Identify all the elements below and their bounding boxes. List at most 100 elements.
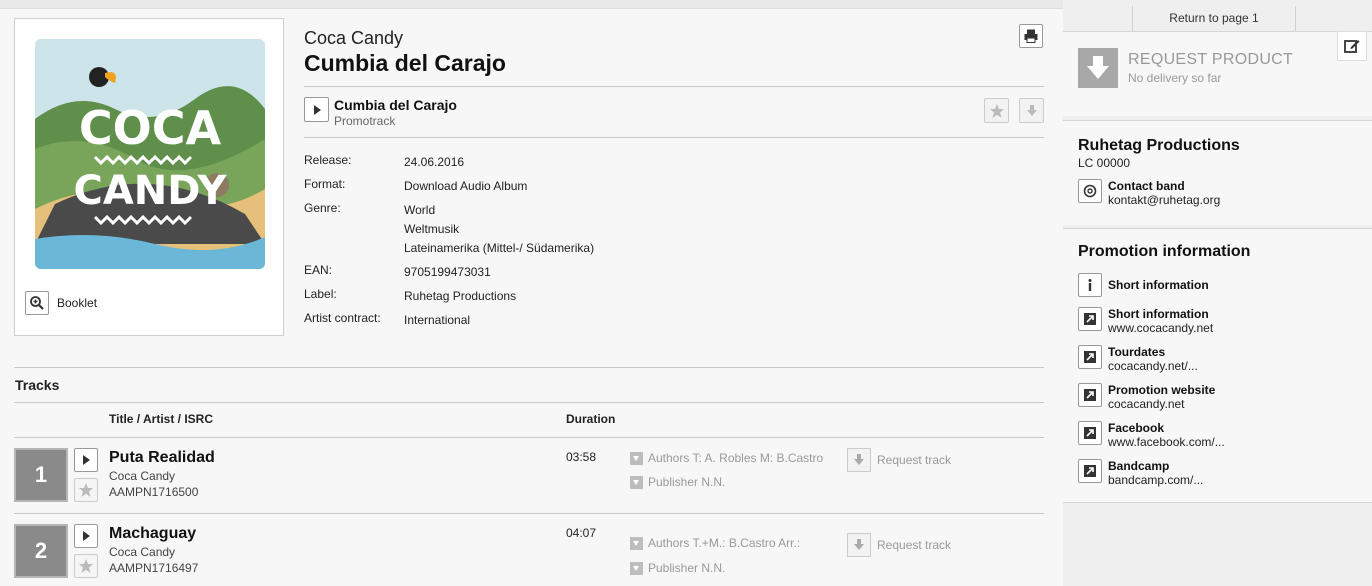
promotion-block: Promotion information Short information … <box>1063 228 1372 503</box>
promo-link-url: bandcamp.com/... <box>1108 473 1204 487</box>
meta-value: International <box>404 313 471 327</box>
play-track-button[interactable] <box>74 524 98 548</box>
column-header-duration[interactable]: Duration <box>566 412 615 426</box>
publisher-toggle[interactable]: Publisher N.N. <box>630 475 725 489</box>
track-number: 1 <box>14 448 68 502</box>
request-track-button[interactable]: Request track <box>847 533 951 557</box>
meta-value: Weltmusik <box>404 222 460 236</box>
play-icon <box>83 531 90 541</box>
external-link-icon <box>1078 383 1102 407</box>
meta-key: Artist contract: <box>304 311 381 325</box>
print-button[interactable] <box>1019 24 1043 48</box>
album-cover-image[interactable]: COCA CANDY <box>35 39 265 269</box>
divider <box>304 137 1044 138</box>
meta-value: 9705199473031 <box>404 265 491 279</box>
tracks-heading: Tracks <box>15 377 60 393</box>
booklet-label: Booklet <box>57 296 98 310</box>
track-duration: 04:07 <box>566 526 597 540</box>
track-isrc: AAMPN1716497 <box>109 561 199 575</box>
divider <box>304 86 1044 87</box>
request-track-button[interactable]: Request track <box>847 448 951 472</box>
track-number: 2 <box>14 524 68 578</box>
email-icon <box>1078 179 1102 203</box>
product-detail-panel: COCA CANDY Booklet Coca Candy Cumbia del… <box>0 8 1063 586</box>
promotrack-title: Cumbia del Carajo <box>334 97 457 113</box>
authors-toggle[interactable]: Authors T.+M.: B.Castro Arr.: <box>630 536 800 550</box>
column-header-title[interactable]: Title / Artist / ISRC <box>109 412 213 426</box>
promo-link-title: Facebook <box>1108 421 1165 435</box>
track-isrc: AAMPN1716500 <box>109 485 199 499</box>
favorite-track-button[interactable] <box>74 554 98 578</box>
external-link-icon <box>1078 459 1102 483</box>
track-row: 1 Puta Realidad Coca Candy AAMPN1716500 … <box>14 438 1044 514</box>
promo-link-title: Promotion website <box>1108 383 1216 397</box>
meta-value: Lateinamerika (Mittel-/ Südamerika) <box>404 241 595 255</box>
cover-text-bottom: CANDY <box>73 168 227 214</box>
promo-link-tourdates[interactable]: Tourdates cocacandy.net/... <box>1078 345 1198 373</box>
request-product-block: REQUEST PRODUCT No delivery so far <box>1063 31 1372 116</box>
play-track-button[interactable] <box>74 448 98 472</box>
star-icon <box>989 103 1004 118</box>
external-link-icon <box>1078 307 1102 331</box>
authors-text: Authors T: A. Robles M: B.Castro <box>648 451 824 465</box>
publisher-text: Publisher N.N. <box>648 561 726 575</box>
authors-toggle[interactable]: Authors T: A. Robles M: B.Castro <box>630 451 823 465</box>
promo-link-title: Short information <box>1108 278 1209 292</box>
contact-title: Contact band <box>1108 179 1185 193</box>
track-artist: Coca Candy <box>109 545 176 559</box>
chevron-down-icon <box>630 451 643 465</box>
publisher-text: Publisher N.N. <box>648 475 726 489</box>
promotrack-row: Cumbia del Carajo Promotrack <box>304 96 1044 128</box>
track-title: Puta Realidad <box>109 449 215 466</box>
sidebar: Return to page 1 REQUEST PRODUCT No deli… <box>1063 0 1372 586</box>
info-icon <box>1078 273 1102 297</box>
star-icon <box>79 483 93 497</box>
promo-link-title: Tourdates <box>1108 345 1166 359</box>
track-row: 2 Machaguay Coca Candy AAMPN1716497 04:0… <box>14 514 1044 586</box>
download-icon <box>847 448 871 472</box>
play-icon <box>83 455 90 465</box>
publisher-toggle[interactable]: Publisher N.N. <box>630 561 725 575</box>
meta-key: Genre: <box>304 201 341 215</box>
divider <box>14 367 1044 368</box>
promo-link-url: www.facebook.com/... <box>1108 435 1225 449</box>
contact-band-link[interactable]: Contact band kontakt@ruhetag.org <box>1078 179 1220 207</box>
label-name: Ruhetag Productions <box>1078 137 1240 154</box>
meta-value: Download Audio Album <box>404 179 528 193</box>
download-icon <box>1026 104 1037 116</box>
edit-button[interactable] <box>1337 31 1367 61</box>
promo-link-short-info-web[interactable]: Short information www.cocacandy.net <box>1078 307 1213 335</box>
return-to-page-link[interactable]: Return to page 1 <box>1132 6 1296 31</box>
meta-key: Format: <box>304 177 346 191</box>
promo-link-facebook[interactable]: Facebook www.facebook.com/... <box>1078 421 1225 449</box>
play-promotrack-button[interactable] <box>304 97 329 122</box>
meta-key: Release: <box>304 153 352 167</box>
album-artist[interactable]: Coca Candy <box>304 28 403 49</box>
cover-box: COCA CANDY Booklet <box>14 18 284 336</box>
promo-link-url: cocacandy.net <box>1108 397 1185 411</box>
promo-link-title: Short information <box>1108 307 1209 321</box>
meta-value: World <box>404 203 436 217</box>
promo-link-website[interactable]: Promotion website cocacandy.net <box>1078 383 1215 411</box>
meta-value: Ruhetag Productions <box>404 289 517 303</box>
chevron-down-icon <box>630 475 643 489</box>
promotrack-subtitle: Promotrack <box>334 114 396 128</box>
promo-link-url: cocacandy.net/... <box>1108 359 1198 373</box>
album-title: Cumbia del Carajo <box>304 50 506 76</box>
star-icon <box>79 559 93 573</box>
promo-link-url: www.cocacandy.net <box>1108 321 1214 335</box>
request-product-button[interactable] <box>1078 48 1118 88</box>
favorite-button[interactable] <box>984 98 1009 123</box>
authors-text: Authors T.+M.: B.Castro Arr.: <box>648 536 801 550</box>
promo-link-short-info[interactable]: Short information <box>1078 273 1209 297</box>
external-link-icon <box>1078 421 1102 445</box>
booklet-button[interactable]: Booklet <box>25 291 97 315</box>
track-duration: 03:58 <box>566 450 597 464</box>
request-track-label: Request track <box>877 453 952 467</box>
zoom-in-icon[interactable] <box>25 291 49 315</box>
label-block: Ruhetag Productions LC 00000 Contact ban… <box>1063 120 1372 225</box>
favorite-track-button[interactable] <box>74 478 98 502</box>
promo-link-bandcamp[interactable]: Bandcamp bandcamp.com/... <box>1078 459 1203 487</box>
request-product-title[interactable]: REQUEST PRODUCT <box>1128 51 1293 69</box>
download-button[interactable] <box>1019 98 1044 123</box>
